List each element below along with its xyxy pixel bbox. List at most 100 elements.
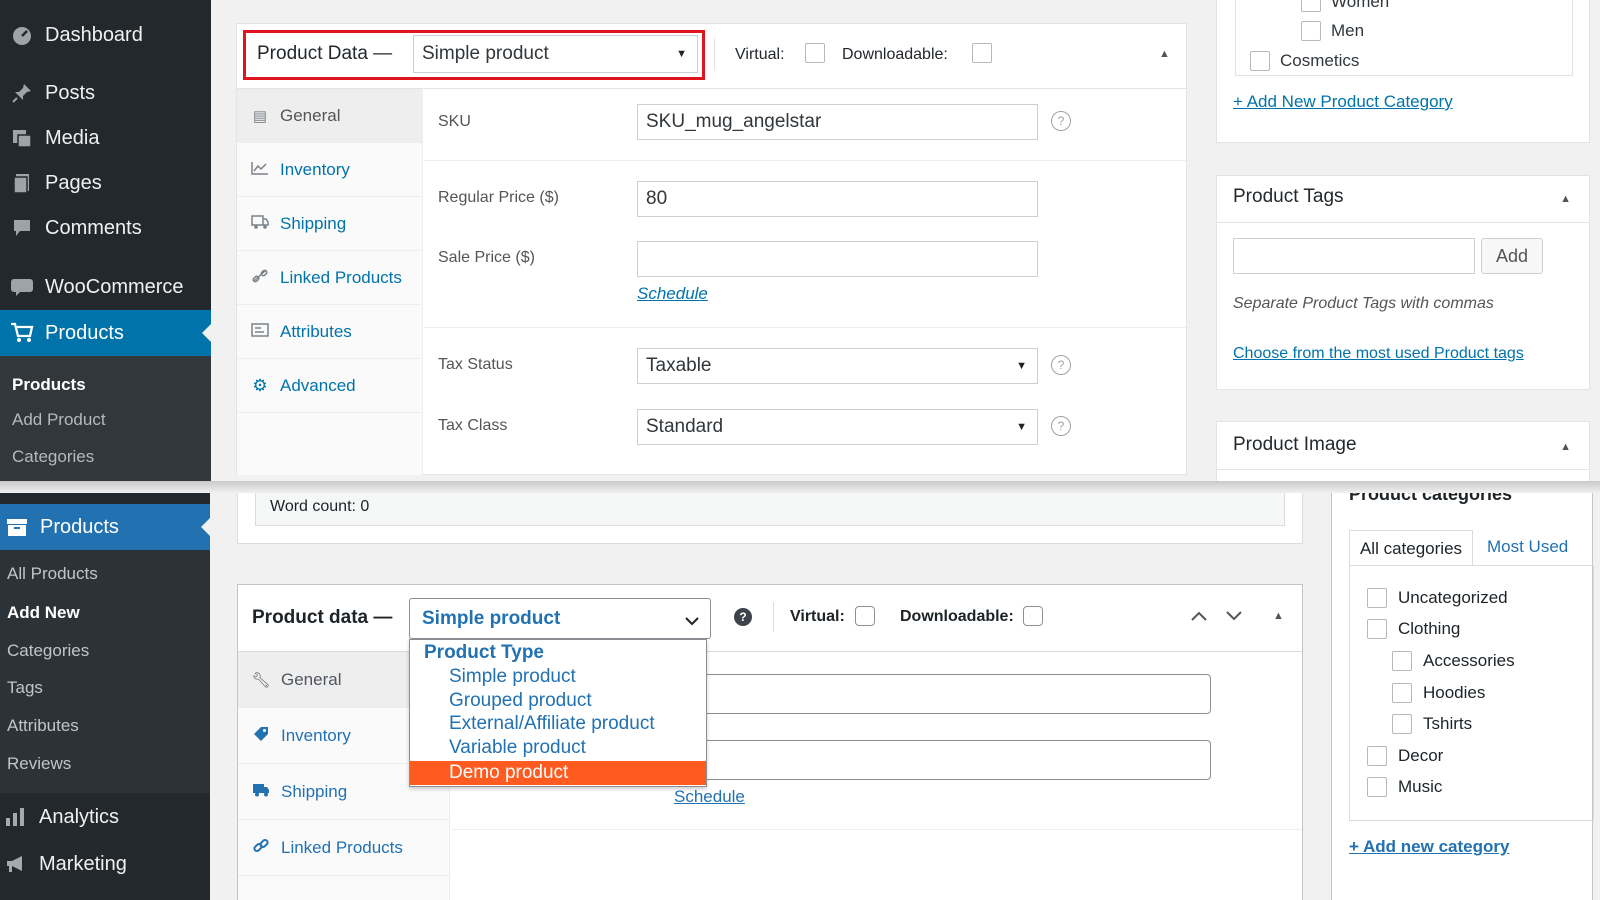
menu-products[interactable]: Products: [0, 310, 211, 356]
tag-input[interactable]: [1233, 238, 1475, 274]
category-women[interactable]: Women: [1301, 0, 1389, 12]
menu-comments[interactable]: Comments: [0, 206, 211, 250]
choose-tags-link[interactable]: Choose from the most used Product tags: [1233, 345, 1524, 363]
category-hoodies[interactable]: Hoodies: [1392, 683, 1485, 703]
regular-price-input[interactable]: 80: [637, 181, 1038, 217]
menu-marketing[interactable]: Marketing: [0, 842, 210, 886]
schedule-link[interactable]: Schedule: [637, 284, 708, 304]
category-clothing[interactable]: Clothing: [1367, 619, 1460, 639]
menu-label: Dashboard: [45, 23, 143, 46]
category-cosmetics[interactable]: Cosmetics: [1250, 51, 1359, 71]
bar-chart-icon: [3, 806, 29, 828]
menu-dashboard[interactable]: Dashboard: [0, 13, 211, 57]
tab-label: Linked Products: [281, 837, 403, 857]
add-category-link[interactable]: + Add new category: [1349, 837, 1509, 857]
add-category-link[interactable]: + Add New Product Category: [1233, 92, 1453, 112]
submenu-tags[interactable]: Tags: [7, 678, 43, 698]
add-tag-button[interactable]: Add: [1481, 238, 1543, 274]
category-checkbox[interactable]: [1250, 51, 1270, 71]
option-simple-product[interactable]: Simple product: [410, 665, 706, 689]
tax-class-select[interactable]: Standard ▼: [637, 409, 1038, 445]
virtual-label: Virtual:: [790, 608, 845, 625]
category-men[interactable]: Men: [1301, 21, 1364, 41]
collapse-arrow-icon[interactable]: ▲: [1560, 193, 1571, 205]
submenu-all-products[interactable]: All Products: [7, 564, 98, 584]
sku-value: SKU_mug_angelstar: [646, 111, 822, 132]
submenu-reviews[interactable]: Reviews: [7, 754, 71, 774]
tab-attributes[interactable]: Attributes: [237, 305, 423, 359]
option-variable-product[interactable]: Variable product: [410, 736, 706, 760]
tab-inventory[interactable]: Inventory: [237, 143, 423, 197]
category-checkbox[interactable]: [1367, 619, 1387, 639]
category-checkbox[interactable]: [1367, 777, 1387, 797]
tab-advanced[interactable]: ⚙ Advanced: [237, 359, 423, 413]
sale-price-input[interactable]: [637, 241, 1038, 277]
schedule-link[interactable]: Schedule: [674, 787, 745, 807]
help-icon[interactable]: ?: [1051, 111, 1071, 131]
submenu-categories[interactable]: Categories: [7, 641, 89, 661]
category-checkbox[interactable]: [1301, 0, 1321, 12]
product-type-select[interactable]: Simple product ▼: [413, 35, 698, 73]
collapse-arrow-icon[interactable]: ▲: [1159, 48, 1170, 60]
submenu-products[interactable]: Products: [12, 375, 86, 395]
submenu-add-new[interactable]: Add New: [7, 603, 80, 623]
menu-woocommerce[interactable]: WooCommerce: [0, 265, 211, 309]
tax-status-select[interactable]: Taxable ▼: [637, 348, 1038, 384]
category-accessories[interactable]: Accessories: [1392, 651, 1515, 671]
category-tshirts[interactable]: Tshirts: [1392, 714, 1472, 734]
help-icon[interactable]: ?: [1051, 355, 1071, 375]
sku-input[interactable]: SKU_mug_angelstar: [637, 104, 1038, 140]
option-label: Grouped product: [449, 690, 592, 711]
submenu-add-product[interactable]: Add Product: [12, 410, 106, 430]
general-icon: ▤: [252, 107, 268, 125]
regular-price-label: Regular Price ($): [438, 189, 559, 206]
collapse-arrow-icon[interactable]: ▲: [1273, 610, 1284, 622]
help-icon[interactable]: ?: [1051, 416, 1071, 436]
submenu-categories[interactable]: Categories: [12, 447, 94, 467]
category-music[interactable]: Music: [1367, 777, 1442, 797]
tab-general[interactable]: ▤ General: [237, 89, 423, 143]
menu-analytics[interactable]: Analytics: [0, 795, 210, 839]
menu-pages[interactable]: Pages: [0, 161, 211, 205]
downloadable-checkbox[interactable]: [972, 43, 992, 63]
category-checkbox[interactable]: [1301, 21, 1321, 41]
inventory-icon: [249, 161, 271, 179]
downloadable-checkbox[interactable]: [1023, 606, 1043, 626]
option-demo-product[interactable]: Demo product: [410, 761, 706, 785]
option-grouped-product[interactable]: Grouped product: [410, 689, 706, 713]
category-checkbox[interactable]: [1367, 746, 1387, 766]
help-icon[interactable]: ?: [734, 608, 752, 626]
tab-all-categories[interactable]: All categories: [1349, 530, 1473, 566]
category-checkbox[interactable]: [1392, 714, 1412, 734]
admin-sidebar: Products All Products Add New Categories…: [0, 487, 210, 900]
menu-products[interactable]: Products: [0, 504, 210, 550]
tab-shipping[interactable]: Shipping: [237, 197, 423, 251]
option-external-product[interactable]: External/Affiliate product: [410, 712, 706, 736]
product-type-dropdown: Product Type Simple product Grouped prod…: [409, 639, 707, 787]
category-decor[interactable]: Decor: [1367, 746, 1443, 766]
tab-linked-products[interactable]: Linked Products: [237, 251, 423, 305]
dropdown-group-label: Product Type: [424, 642, 544, 663]
tab-most-used[interactable]: Most Used: [1487, 537, 1568, 557]
product-type-select[interactable]: Simple product: [409, 598, 711, 639]
move-down-icon[interactable]: [1225, 609, 1243, 627]
menu-posts[interactable]: Posts: [0, 71, 211, 115]
virtual-checkbox[interactable]: [805, 43, 825, 63]
sale-price-input[interactable]: [690, 740, 1211, 780]
option-label: Variable product: [449, 737, 586, 758]
archive-icon: [4, 516, 30, 538]
category-checkbox[interactable]: [1367, 588, 1387, 608]
tab-linked-products[interactable]: Linked Products: [238, 820, 450, 876]
submenu-attributes[interactable]: Attributes: [7, 716, 79, 736]
menu-media[interactable]: Media: [0, 116, 211, 160]
divider: [424, 160, 1186, 161]
category-checkbox[interactable]: [1392, 683, 1412, 703]
category-checkbox[interactable]: [1392, 651, 1412, 671]
sku-input[interactable]: [690, 674, 1211, 714]
tab-label: General: [281, 669, 342, 689]
move-up-icon[interactable]: [1190, 609, 1208, 627]
category-uncategorized[interactable]: Uncategorized: [1367, 588, 1508, 608]
virtual-checkbox[interactable]: [855, 606, 875, 626]
tab-label: Attributes: [280, 321, 352, 341]
collapse-arrow-icon[interactable]: ▲: [1560, 441, 1571, 453]
